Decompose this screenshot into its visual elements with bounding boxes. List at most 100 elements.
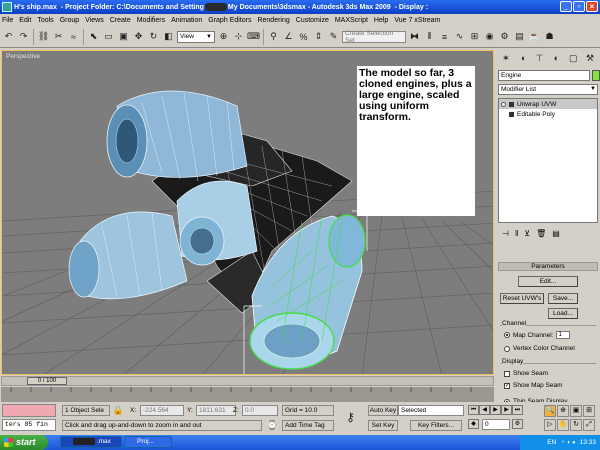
pan-icon[interactable]: ✋ xyxy=(557,419,569,431)
create-tab-icon[interactable]: ✶ xyxy=(498,50,514,66)
rendered-frame-icon[interactable]: ▤ xyxy=(513,30,526,43)
3dsmax-app-icon[interactable] xyxy=(2,2,12,12)
percent-snap-icon[interactable]: % xyxy=(297,30,310,43)
language-indicator[interactable]: EN xyxy=(547,435,556,450)
menu-vue-xstream[interactable]: Vue 7 xStream xyxy=(394,17,440,24)
show-map-seam-option[interactable]: ✓ Show Map Seam xyxy=(504,382,563,389)
tray-icons[interactable]: ◔ ◑ ◕ xyxy=(560,435,575,450)
render-setup-icon[interactable]: ⚙ xyxy=(498,30,511,43)
hierarchy-tab-icon[interactable]: ⊤ xyxy=(532,50,548,66)
zoom-extents-all-icon[interactable]: ⊞ xyxy=(583,405,595,417)
start-button[interactable]: start xyxy=(0,435,48,450)
zoom-all-icon[interactable]: ⊕ xyxy=(557,405,569,417)
z-coordinate-field[interactable]: 0.0 xyxy=(242,405,278,416)
layer-manager-icon[interactable]: ≡ xyxy=(438,30,451,43)
vertex-color-radio[interactable] xyxy=(504,345,510,352)
pin-stack-icon[interactable]: ⊣ xyxy=(502,229,509,238)
object-color-swatch[interactable] xyxy=(592,70,600,81)
save-button[interactable]: Save... xyxy=(548,293,578,304)
display-tab-icon[interactable]: ▢ xyxy=(565,50,581,66)
menu-group[interactable]: Group xyxy=(60,17,79,24)
clock[interactable]: 13:33 xyxy=(580,435,596,450)
named-selection-input[interactable]: Create Selection Set xyxy=(342,30,406,44)
auto-key-button[interactable]: Auto Key xyxy=(368,405,398,416)
maxscript-mini-listener[interactable]: ters 85 fin xyxy=(2,419,56,431)
maximize-button[interactable]: ▫ xyxy=(573,1,585,12)
zoom-extents-icon[interactable]: ▣ xyxy=(570,405,582,417)
play-icon[interactable]: ▶ xyxy=(490,405,501,415)
configure-sets-icon[interactable]: ▤ xyxy=(552,229,560,238)
y-coordinate-field[interactable]: 1811.631 xyxy=(196,405,236,416)
key-filters-button[interactable]: Key Filters... xyxy=(410,420,462,431)
edit-named-selection-icon[interactable]: ✎ xyxy=(327,30,340,43)
selected-dropdown[interactable]: Selected xyxy=(398,405,464,416)
unlink-icon[interactable]: ✂ xyxy=(52,30,65,43)
time-tag-icon[interactable]: ⌚ xyxy=(266,419,279,432)
vertex-color-option[interactable]: Vertex Color Channel xyxy=(504,345,575,352)
next-frame-icon[interactable]: ▶ xyxy=(501,405,512,415)
menu-modifiers[interactable]: Modifiers xyxy=(137,17,165,24)
maximize-viewport-icon[interactable]: ⤢ xyxy=(583,419,595,431)
reference-coordinate-dropdown[interactable]: View ▼ xyxy=(177,30,215,43)
snap-toggle-icon[interactable]: ⚲ xyxy=(267,30,280,43)
select-link-icon[interactable]: ⛓ xyxy=(37,30,50,43)
select-move-icon[interactable]: ✥ xyxy=(132,30,145,43)
modifier-list-dropdown[interactable]: Modifier List ▼ xyxy=(498,84,598,95)
object-name-field[interactable]: Engine xyxy=(498,70,590,81)
time-configuration-icon[interactable]: ⚙ xyxy=(512,419,523,429)
x-coordinate-field[interactable]: -224.564 xyxy=(140,405,184,416)
stack-item-editable-poly[interactable]: Editable Poly xyxy=(499,109,597,119)
menu-file[interactable]: File xyxy=(2,17,13,24)
expand-icon[interactable] xyxy=(509,101,514,107)
make-unique-icon[interactable]: ⊻ xyxy=(524,229,530,238)
go-to-start-icon[interactable]: ⏮ xyxy=(468,405,479,415)
menu-customize[interactable]: Customize xyxy=(296,17,329,24)
render-iterative-icon[interactable]: ☗ xyxy=(543,30,556,43)
reset-uvws-button[interactable]: Reset UVW's xyxy=(500,293,544,304)
menu-edit[interactable]: Edit xyxy=(19,17,31,24)
menu-help[interactable]: Help xyxy=(374,17,388,24)
motion-tab-icon[interactable]: ◐ xyxy=(548,50,564,66)
select-rotate-icon[interactable]: ↻ xyxy=(147,30,160,43)
expand-icon[interactable] xyxy=(509,111,514,117)
taskbar-3dsmax-button[interactable]: .max xyxy=(60,436,122,448)
add-time-tag[interactable]: Add Time Tag xyxy=(282,420,334,431)
render-production-icon[interactable]: ☕ xyxy=(528,30,541,43)
undo-icon[interactable]: ↶ xyxy=(2,30,15,43)
select-scale-icon[interactable]: ◧ xyxy=(162,30,175,43)
key-icon[interactable]: ⚷ xyxy=(344,410,357,424)
zoom-icon[interactable]: 🔍 xyxy=(544,405,556,417)
previous-frame-icon[interactable]: ◀ xyxy=(479,405,490,415)
menu-rendering[interactable]: Rendering xyxy=(257,17,289,24)
spinner-snap-icon[interactable]: ⇕ xyxy=(312,30,325,43)
redo-icon[interactable]: ↷ xyxy=(17,30,30,43)
select-object-icon[interactable]: ⬉ xyxy=(87,30,100,43)
menu-create[interactable]: Create xyxy=(110,17,131,24)
show-map-seam-checkbox[interactable]: ✓ xyxy=(504,382,510,389)
show-end-result-icon[interactable]: ‖ xyxy=(515,229,518,238)
map-channel-spinner[interactable]: 1 xyxy=(556,331,571,339)
menu-maxscript[interactable]: MAXScript xyxy=(335,17,368,24)
taskbar-project-button[interactable]: Proj... xyxy=(124,436,172,448)
menu-animation[interactable]: Animation xyxy=(171,17,202,24)
menu-views[interactable]: Views xyxy=(85,17,104,24)
perspective-viewport[interactable]: Perspective The model so far, 3 cloned e… xyxy=(1,50,494,375)
modify-tab-icon[interactable]: ◖ xyxy=(515,50,531,66)
curve-editor-icon[interactable]: ∿ xyxy=(453,30,466,43)
bind-space-warp-icon[interactable]: ≈ xyxy=(67,30,80,43)
set-key-button[interactable]: Set Key xyxy=(368,420,398,431)
map-channel-option[interactable]: Map Channel: 1 xyxy=(504,331,571,339)
lock-icon[interactable]: 🔒 xyxy=(112,404,125,417)
time-slider-track[interactable]: 0 / 100 xyxy=(1,376,494,386)
stack-item-unwrap-uvw[interactable]: Unwrap UVW xyxy=(499,99,597,109)
keyboard-shortcut-icon[interactable]: ⌨ xyxy=(247,30,260,43)
field-of-view-icon[interactable]: ▷ xyxy=(544,419,556,431)
manipulate-icon[interactable]: ⊹ xyxy=(232,30,245,43)
material-editor-icon[interactable]: ◉ xyxy=(483,30,496,43)
key-mode-icon[interactable]: ◆ xyxy=(468,419,479,429)
current-frame-field[interactable]: 0 xyxy=(482,419,510,430)
show-seam-option[interactable]: Show Seam xyxy=(504,370,548,377)
align-icon[interactable]: ⫴ xyxy=(423,30,436,43)
angle-snap-icon[interactable]: ∠ xyxy=(282,30,295,43)
mirror-icon[interactable]: ⧓ xyxy=(408,30,421,43)
